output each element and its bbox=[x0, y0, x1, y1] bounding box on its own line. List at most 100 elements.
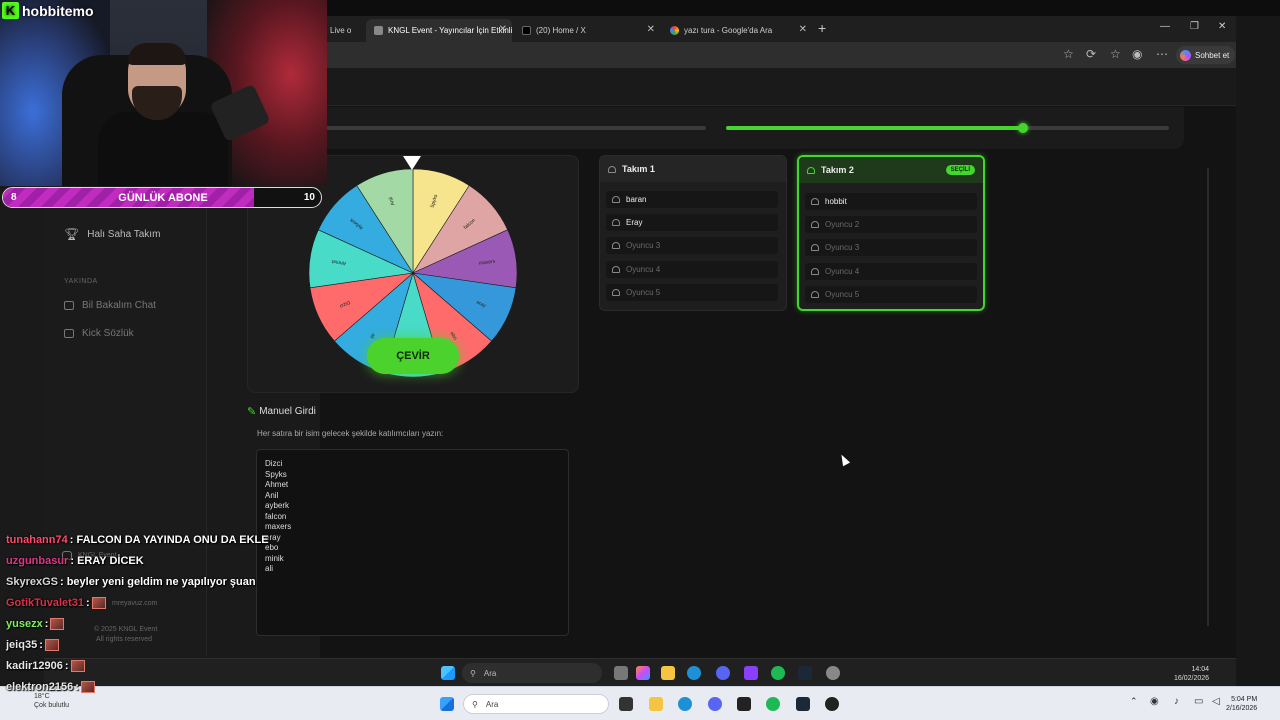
taskbar-search[interactable]: ⚲ Ara bbox=[463, 694, 609, 714]
sidebar-item-hali-saha[interactable]: 🏆︎ Halı Saha Takım bbox=[64, 227, 160, 241]
chat-message: uzgunbasur: ERAY DİCEK bbox=[6, 555, 144, 567]
users-icon bbox=[807, 166, 815, 174]
chat-username[interactable]: uzgunbasur bbox=[6, 555, 68, 567]
user-icon bbox=[811, 291, 819, 298]
x-logo-icon bbox=[522, 26, 531, 35]
progress-knob[interactable] bbox=[1018, 123, 1028, 133]
tray-chevron-icon[interactable]: ⌃ bbox=[1130, 696, 1138, 707]
chat-message: elektron2156: bbox=[6, 681, 95, 693]
chat-text: : bbox=[86, 597, 90, 609]
names-textarea[interactable]: Dizci Spyks Ahmet Anil ayberk falcon maxers era… bbox=[256, 449, 569, 636]
close-tab-icon[interactable]: ✕ bbox=[799, 24, 807, 35]
discord-icon[interactable] bbox=[716, 666, 730, 680]
weather-temp: 18°C bbox=[34, 693, 50, 700]
spotify-icon[interactable] bbox=[766, 697, 780, 711]
player-slot[interactable]: Oyuncu 4 bbox=[805, 263, 977, 280]
windows-start-icon[interactable] bbox=[440, 697, 454, 711]
name-line: Anil bbox=[265, 490, 279, 500]
terminal-icon[interactable] bbox=[737, 697, 751, 711]
chat-username[interactable]: kadir12906 bbox=[6, 660, 63, 672]
chat-icon bbox=[64, 301, 74, 310]
tab-google-search[interactable]: yazı tura - Google'da Ara ✕ bbox=[662, 19, 812, 42]
taskbar-search[interactable]: ⚲ Ara bbox=[462, 663, 602, 683]
name-line: ali bbox=[265, 564, 274, 573]
edge-icon[interactable] bbox=[678, 697, 692, 711]
favorites-icon[interactable]: ☆ bbox=[1110, 47, 1121, 61]
player-slot[interactable]: Eray bbox=[606, 214, 778, 231]
new-tab-button[interactable]: + bbox=[818, 20, 826, 36]
team-card-2[interactable]: Takım 2 SEÇİLİ hobbit Oyuncu 2 Oyuncu 3 … bbox=[797, 155, 985, 311]
tab-x-home[interactable]: (20) Home / X ✕ bbox=[514, 19, 660, 42]
more-icon[interactable]: ⋯ bbox=[1156, 47, 1168, 61]
chat-username[interactable]: SkyrexGS bbox=[6, 576, 58, 588]
windows-start-icon[interactable] bbox=[441, 666, 455, 680]
player-name: Oyuncu 4 bbox=[626, 265, 661, 274]
outer-date: 2/16/2026 bbox=[1226, 705, 1258, 712]
page-header bbox=[320, 68, 1236, 106]
scrollbar[interactable] bbox=[1207, 168, 1209, 626]
close-tab-icon[interactable]: ✕ bbox=[499, 24, 507, 35]
player-slot[interactable]: hobbit bbox=[805, 193, 977, 210]
display-icon[interactable]: ▭ bbox=[1194, 696, 1203, 707]
user-icon bbox=[612, 289, 620, 296]
player-slot[interactable]: Oyuncu 3 bbox=[805, 239, 977, 256]
inner-taskbar: ⚲ Ara 14:04 16/02/2026 bbox=[44, 658, 1236, 686]
task-view-icon[interactable] bbox=[619, 697, 633, 711]
player-slot[interactable]: baran bbox=[606, 191, 778, 208]
player-slot[interactable]: Oyuncu 4 bbox=[606, 261, 778, 278]
sidebar-item-kick-sozluk[interactable]: Kick Sözlük bbox=[64, 328, 134, 339]
close-window-icon[interactable]: ✕ bbox=[1218, 21, 1226, 32]
tab-label: Live o bbox=[330, 26, 352, 35]
steam-icon[interactable] bbox=[796, 697, 810, 711]
sohbet-button[interactable]: Sohbet et bbox=[1176, 46, 1236, 64]
task-view-icon[interactable] bbox=[614, 666, 628, 680]
settings-icon[interactable] bbox=[826, 666, 840, 680]
email-link[interactable]: mreyavuz.com bbox=[112, 600, 158, 607]
sidebar-item-bil-bakalim[interactable]: Bil Bakalım Chat bbox=[64, 300, 156, 311]
user-icon bbox=[612, 266, 620, 273]
sidebar-item-label: Kick Sözlük bbox=[82, 328, 134, 339]
name-line: Dizci bbox=[265, 459, 283, 468]
chat-username[interactable]: yusezx bbox=[6, 618, 43, 630]
copilot-icon[interactable] bbox=[636, 666, 650, 680]
player-slot[interactable]: Oyuncu 2 bbox=[805, 216, 977, 233]
star-icon[interactable]: ☆ bbox=[1063, 47, 1074, 61]
tab-kngl-event[interactable]: KNGL Event - Yayıncılar İçin Etkinli ✕ bbox=[366, 19, 512, 42]
file-explorer-icon[interactable] bbox=[661, 666, 675, 680]
spotify-icon[interactable] bbox=[771, 666, 785, 680]
player-slot[interactable]: Oyuncu 5 bbox=[805, 286, 977, 303]
restore-icon[interactable]: ❐ bbox=[1190, 21, 1199, 32]
player-name: baran bbox=[626, 195, 647, 204]
spin-button[interactable]: ÇEVİR bbox=[367, 338, 459, 374]
chat-username[interactable]: GotikTuvalet31 bbox=[6, 597, 84, 609]
address-bar[interactable]: ☆ ⟳ ☆ ◉ ⋯ Sohbet et bbox=[320, 42, 1236, 68]
team-card-1[interactable]: Takım 1 baran Eray Oyuncu 3 Oyuncu 4 Oyu… bbox=[599, 155, 787, 311]
mic-icon[interactable]: ♪ bbox=[1174, 696, 1179, 707]
edge-icon[interactable] bbox=[687, 666, 701, 680]
chat-username[interactable]: jeiq35 bbox=[6, 639, 37, 651]
file-explorer-icon[interactable] bbox=[649, 697, 663, 711]
sub-goal-end: 10 bbox=[303, 192, 315, 203]
network-icon[interactable]: ◉ bbox=[1150, 696, 1159, 707]
manual-hint: Her satıra bir isim gelecek şekilde katı… bbox=[257, 429, 444, 438]
chat-username[interactable]: elektron2156 bbox=[6, 681, 73, 693]
sub-goal-bar: 8 GÜNLÜK ABONE 10 bbox=[2, 187, 322, 208]
volume-icon[interactable]: ◁ bbox=[1212, 696, 1220, 707]
steam-icon[interactable] bbox=[798, 666, 812, 680]
obs-icon[interactable] bbox=[825, 697, 839, 711]
extension-icon[interactable]: ⟳ bbox=[1086, 47, 1096, 61]
chat-username[interactable]: tunahann74 bbox=[6, 534, 68, 546]
emote-icon bbox=[80, 681, 95, 693]
weather-widget[interactable]: 18°C Çok bulutlu bbox=[34, 692, 69, 710]
minimize-icon[interactable]: — bbox=[1160, 21, 1170, 32]
discord-icon[interactable] bbox=[708, 697, 722, 711]
manual-title: ✎ Manuel Girdi bbox=[247, 405, 316, 418]
player-slot[interactable]: Oyuncu 3 bbox=[606, 237, 778, 254]
profile-icon[interactable]: ◉ bbox=[1132, 47, 1142, 61]
player-name: Oyuncu 2 bbox=[825, 220, 860, 229]
close-tab-icon[interactable]: ✕ bbox=[647, 24, 655, 35]
tab-live[interactable]: Live o bbox=[322, 19, 366, 42]
outer-clock[interactable]: 5:04 PM 2/16/2026 bbox=[1226, 695, 1257, 713]
app-icon[interactable] bbox=[744, 666, 758, 680]
player-slot[interactable]: Oyuncu 5 bbox=[606, 284, 778, 301]
